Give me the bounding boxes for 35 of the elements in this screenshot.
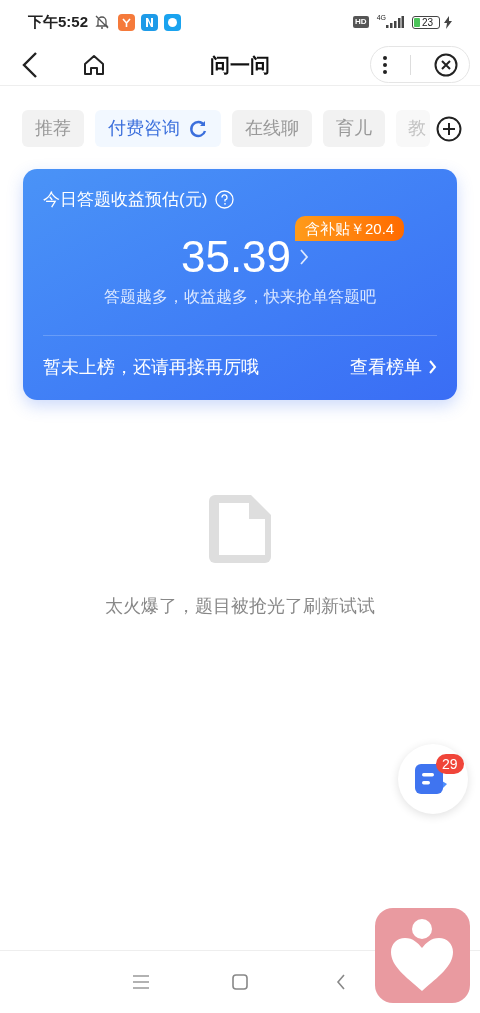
signal-icon	[386, 16, 404, 28]
add-icon[interactable]	[436, 115, 462, 142]
category-tab[interactable]: 付费咨询	[95, 110, 221, 147]
refresh-icon[interactable]	[188, 118, 208, 139]
page-title: 问一问	[210, 52, 270, 78]
close-icon[interactable]	[433, 52, 458, 77]
category-tab[interactable]: 推荐	[22, 110, 84, 147]
earnings-amount[interactable]: 35.39	[180, 232, 292, 281]
app-notification-icon	[164, 13, 182, 31]
battery-icon: 23	[412, 15, 440, 29]
status-time: 下午5:52	[28, 11, 89, 32]
home-icon[interactable]	[82, 52, 106, 77]
help-icon[interactable]	[215, 190, 235, 210]
heart-app-icon[interactable]	[375, 908, 470, 1003]
more-icon[interactable]	[382, 54, 389, 75]
bell-off-icon	[94, 14, 111, 30]
empty-message: 太火爆了，题目被抢光了刷新试试	[105, 595, 375, 618]
notification-badge: 29	[436, 754, 464, 774]
category-tab[interactable]: 在线聊	[232, 110, 312, 147]
app-notification-icon	[141, 13, 159, 31]
home-button-icon[interactable]	[232, 974, 248, 990]
app-notification-icon	[118, 13, 136, 31]
subsidy-badge: 含补贴￥20.4	[295, 216, 405, 241]
earnings-hint: 答题越多，收益越多，快来抢单答题吧	[103, 286, 377, 307]
hd-indicator: HD	[353, 16, 369, 28]
floating-action-button[interactable]	[398, 744, 468, 814]
document-icon	[209, 495, 271, 563]
rank-status: 暂未上榜，还请再接再厉哦	[43, 355, 259, 379]
charging-icon	[444, 15, 452, 29]
card-title: 今日答题收益预估(元)	[43, 189, 208, 211]
chevron-right-icon[interactable]	[299, 247, 310, 266]
back-icon[interactable]	[20, 50, 40, 79]
category-tab[interactable]: 育儿	[323, 110, 385, 147]
rank-link[interactable]: 查看榜单	[350, 353, 437, 381]
chevron-right-icon	[428, 359, 437, 375]
